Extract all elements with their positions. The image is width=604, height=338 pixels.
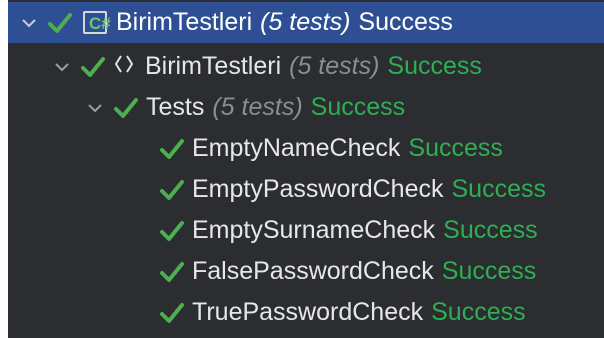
test-status: Success [443, 216, 538, 244]
chevron-down-icon[interactable] [18, 12, 40, 34]
test-name: EmptySurnameCheck [192, 216, 436, 244]
test-status: Success [408, 134, 503, 162]
test-name: FalsePasswordCheck [192, 257, 434, 285]
namespace-braces-icon [113, 53, 135, 81]
test-name: EmptyPasswordCheck [192, 175, 444, 203]
csharp-project-icon: C# [80, 9, 111, 36]
success-check-icon [158, 137, 186, 161]
tree-row-root[interactable]: C# BirimTestleri (5 tests) Success [8, 2, 604, 43]
test-results-window: C# BirimTestleri (5 tests) Success Birim… [0, 0, 604, 338]
test-status: Success [441, 257, 537, 285]
chevron-down-icon[interactable] [84, 97, 106, 119]
namespace-status: Success [387, 52, 482, 80]
tree-row-namespace[interactable]: BirimTestleri (5 tests) Success [8, 46, 604, 87]
tree-row-test[interactable]: EmptySurnameCheck Success [8, 210, 604, 251]
chevron-down-icon[interactable] [51, 56, 73, 78]
tree-row-test[interactable]: EmptyNameCheck Success [8, 128, 604, 169]
namespace-count: (5 tests) [289, 52, 380, 80]
test-status: Success [451, 175, 546, 203]
success-check-icon [158, 219, 186, 243]
root-count: (5 tests) [260, 8, 351, 36]
tree-row-test[interactable]: EmptyPasswordCheck Success [8, 169, 604, 210]
tree-row-test[interactable]: TruePasswordCheck Success [8, 292, 604, 333]
test-tree: C# BirimTestleri (5 tests) Success Birim… [8, 0, 604, 338]
class-status: Success [310, 93, 406, 121]
root-status: Success [358, 8, 453, 36]
class-name: Tests [146, 93, 205, 121]
tree-row-class[interactable]: Tests (5 tests) Success [8, 87, 604, 128]
test-name: EmptyNameCheck [192, 134, 401, 162]
tree-row-test[interactable]: FalsePasswordCheck Success [8, 251, 604, 292]
root-name: BirimTestleri [116, 8, 253, 36]
success-check-icon [158, 260, 186, 284]
namespace-name: BirimTestleri [145, 52, 282, 80]
success-check-icon [46, 11, 74, 35]
class-count: (5 tests) [212, 93, 303, 121]
test-name: TruePasswordCheck [192, 298, 424, 326]
success-check-icon [158, 301, 186, 325]
success-check-icon [158, 178, 186, 202]
test-status: Success [431, 298, 526, 326]
success-check-icon [79, 55, 107, 79]
success-check-icon [112, 96, 140, 120]
